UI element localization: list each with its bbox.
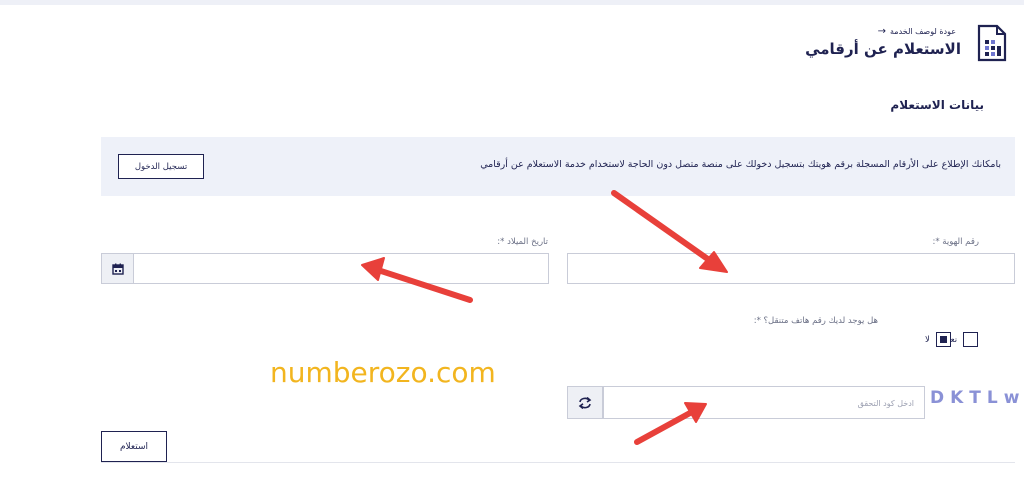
annotation-arrows xyxy=(361,190,728,445)
annotation-arrow-captcha xyxy=(634,402,707,445)
annotation-arrow-id xyxy=(611,190,728,273)
annotation-arrow-dob xyxy=(361,257,473,303)
